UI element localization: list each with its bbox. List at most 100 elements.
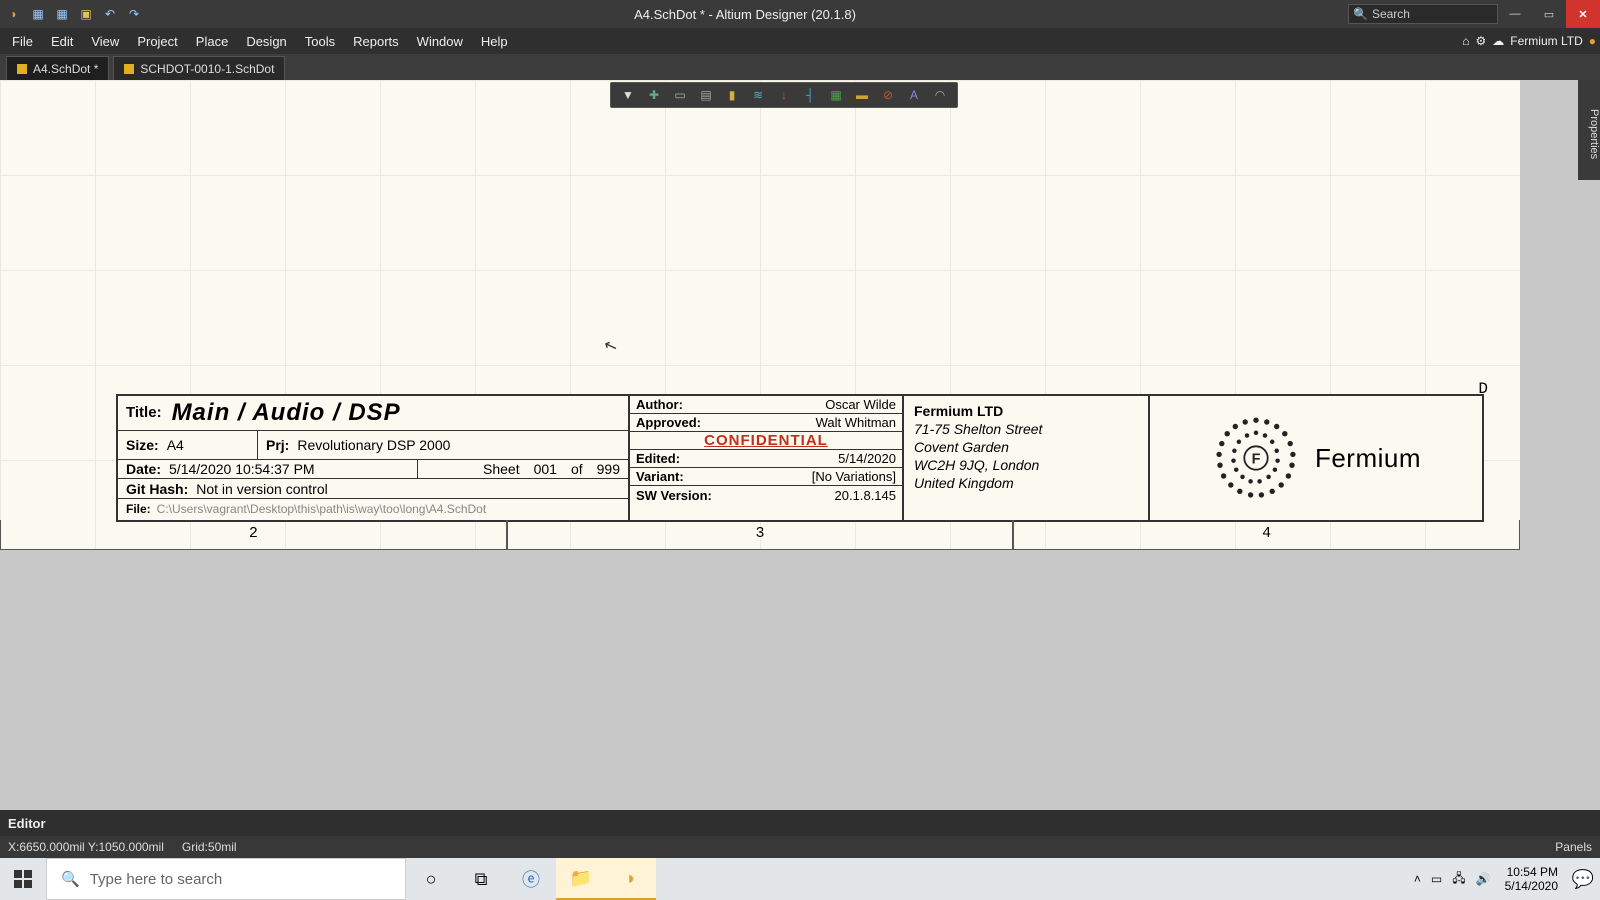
start-button[interactable]: [0, 858, 46, 900]
properties-panel-tab[interactable]: Properties: [1578, 80, 1600, 180]
workspace: D Title: Main / Audio / DSP Size: A4 Prj…: [0, 80, 1600, 810]
menu-place[interactable]: Place: [188, 32, 237, 51]
place-noerc-icon[interactable]: ⊘: [879, 86, 897, 104]
file-label: File:: [126, 502, 151, 516]
schematic-file-icon: [124, 64, 134, 74]
edited-label: Edited:: [636, 451, 680, 466]
home-icon[interactable]: ⌂: [1462, 34, 1469, 48]
git-value: Not in version control: [196, 481, 328, 497]
schematic-active-bar[interactable]: ▼ ✚ ▭ ▤ ▮ ≋ ↓ ┤ ▦ ▬ ⊘ A ◠: [610, 82, 958, 108]
save-icon[interactable]: ▦: [30, 6, 46, 22]
redo-icon[interactable]: ↷: [126, 6, 142, 22]
variant-value: [No Variations]: [812, 469, 896, 484]
sheet-column-ruler: 2 3 4: [0, 520, 1520, 550]
cortana-button[interactable]: ○: [406, 858, 456, 900]
prj-value: Revolutionary DSP 2000: [297, 437, 450, 453]
document-tabbar: A4.SchDot * SCHDOT-0010-1.SchDot: [0, 54, 1600, 80]
user-org-label[interactable]: Fermium LTD: [1510, 34, 1582, 48]
task-view-button[interactable]: ⧉: [456, 858, 506, 900]
clock-date: 5/14/2020: [1505, 879, 1558, 893]
company-addr-4: United Kingdom: [914, 474, 1138, 492]
title-label: Title:: [126, 404, 162, 421]
panels-button[interactable]: Panels: [1555, 840, 1592, 854]
cloud-icon[interactable]: ☁: [1492, 34, 1504, 48]
maximize-button[interactable]: ▭: [1532, 0, 1566, 28]
variant-label: Variant:: [636, 469, 684, 484]
app-icon: ◗: [6, 6, 22, 22]
editor-tab[interactable]: Editor: [0, 810, 1600, 836]
user-avatar-icon[interactable]: ●: [1589, 34, 1596, 48]
company-addr-2: Covent Garden: [914, 438, 1138, 456]
status-bar: X:6650.000mil Y:1050.000mil Grid:50mil P…: [0, 836, 1600, 858]
logo-text: Fermium: [1315, 443, 1421, 474]
confidential-stamp: CONFIDENTIAL: [630, 432, 902, 450]
menu-reports[interactable]: Reports: [345, 32, 407, 51]
place-port-icon[interactable]: ┤: [801, 86, 819, 104]
close-button[interactable]: ✕: [1566, 0, 1600, 28]
tray-volume-icon[interactable]: 🔊: [1476, 872, 1491, 886]
open-icon[interactable]: ▣: [78, 6, 94, 22]
window-titlebar: ◗ ▦ ▦ ▣ ↶ ↷ A4.SchDot * - Altium Designe…: [0, 0, 1600, 28]
clock-time: 10:54 PM: [1505, 865, 1558, 879]
menu-help[interactable]: Help: [473, 32, 516, 51]
status-coords: X:6650.000mil Y:1050.000mil: [8, 840, 164, 854]
author-label: Author:: [636, 397, 683, 412]
place-bus-icon[interactable]: ▮: [723, 86, 741, 104]
git-label: Git Hash:: [126, 481, 188, 497]
tab-schdot-0010[interactable]: SCHDOT-0010-1.SchDot: [113, 56, 285, 80]
status-grid: Grid:50mil: [182, 840, 237, 854]
place-rect-icon[interactable]: ▭: [671, 86, 689, 104]
place-harness-icon[interactable]: ▬: [853, 86, 871, 104]
taskbar-search[interactable]: 🔍 Type here to search: [46, 858, 406, 900]
company-logo: F Fermium: [1211, 413, 1421, 503]
menu-project[interactable]: Project: [129, 32, 185, 51]
menu-file[interactable]: File: [4, 32, 41, 51]
schematic-file-icon: [17, 64, 27, 74]
tab-a4-schdot[interactable]: A4.SchDot *: [6, 56, 109, 80]
place-sheet-icon[interactable]: ▦: [827, 86, 845, 104]
sheet-current: 001: [534, 461, 557, 477]
sheet-total: 999: [597, 461, 620, 477]
place-text-icon[interactable]: A: [905, 86, 923, 104]
schematic-canvas[interactable]: D Title: Main / Audio / DSP Size: A4 Prj…: [0, 80, 1520, 550]
minimize-button[interactable]: —: [1498, 0, 1532, 28]
place-group-icon[interactable]: ▤: [697, 86, 715, 104]
svg-text:F: F: [1252, 451, 1261, 467]
edited-value: 5/14/2020: [838, 451, 896, 466]
company-addr-1: 71-75 Shelton Street: [914, 420, 1138, 438]
explorer-button[interactable]: 📁: [556, 858, 606, 900]
menu-design[interactable]: Design: [238, 32, 294, 51]
sheet-of: of: [571, 461, 583, 477]
search-icon: 🔍: [61, 870, 80, 888]
date-value: 5/14/2020 10:54:37 PM: [169, 461, 315, 477]
action-center-button[interactable]: 💬: [1566, 858, 1600, 900]
search-box[interactable]: 🔍 Search: [1348, 4, 1498, 24]
menu-edit[interactable]: Edit: [43, 32, 81, 51]
menu-tools[interactable]: Tools: [297, 32, 343, 51]
menubar: File Edit View Project Place Design Tool…: [0, 28, 1600, 54]
place-arc-icon[interactable]: ◠: [931, 86, 949, 104]
tray-chevron-icon[interactable]: ˄: [1414, 872, 1421, 886]
tray-battery-icon[interactable]: ▭: [1431, 872, 1442, 886]
tray-network-icon[interactable]: 🖧: [1452, 869, 1465, 890]
place-cross-icon[interactable]: ✚: [645, 86, 663, 104]
place-netlabel-icon[interactable]: ≋: [749, 86, 767, 104]
gear-icon[interactable]: ⚙: [1476, 34, 1487, 48]
taskbar-search-placeholder: Type here to search: [90, 871, 223, 888]
search-placeholder: Search: [1372, 7, 1410, 21]
swver-value: 20.1.8.145: [835, 488, 896, 503]
sheet-label: Sheet: [483, 461, 520, 477]
menu-window[interactable]: Window: [409, 32, 471, 51]
place-power-icon[interactable]: ↓: [775, 86, 793, 104]
company-name: Fermium LTD: [914, 402, 1138, 420]
menu-view[interactable]: View: [83, 32, 127, 51]
ruler-3: 3: [507, 520, 1014, 550]
filter-icon[interactable]: ▼: [619, 86, 637, 104]
taskbar-clock[interactable]: 10:54 PM 5/14/2020: [1497, 865, 1566, 893]
undo-icon[interactable]: ↶: [102, 6, 118, 22]
file-value: C:\Users\vagrant\Desktop\this\path\is\wa…: [157, 502, 487, 516]
ruler-4: 4: [1013, 520, 1520, 550]
altium-taskbar-button[interactable]: ◗: [606, 858, 656, 900]
save-all-icon[interactable]: ▦: [54, 6, 70, 22]
edge-button[interactable]: ⓔ: [506, 858, 556, 900]
